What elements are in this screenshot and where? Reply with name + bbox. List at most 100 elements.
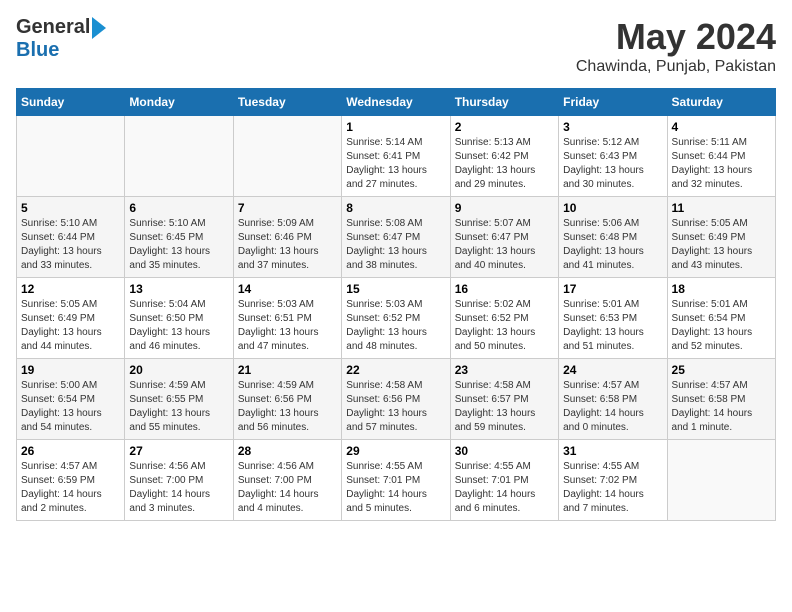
day-info: Sunrise: 5:01 AM Sunset: 6:53 PM Dayligh… (563, 298, 662, 354)
calendar-cell: 18 Sunrise: 5:01 AM Sunset: 6:54 PM Dayli… (667, 278, 775, 359)
logo: General Blue (16, 16, 108, 62)
day-info: Sunrise: 5:01 AM Sunset: 6:54 PM Dayligh… (672, 298, 771, 354)
day-info: Sunrise: 5:00 AM Sunset: 6:54 PM Dayligh… (21, 379, 120, 435)
calendar-header-row: SundayMondayTuesdayWednesdayThursdayFrid… (17, 89, 776, 116)
day-number: 3 (563, 120, 662, 134)
day-number: 19 (21, 363, 120, 377)
day-number: 30 (455, 444, 554, 458)
calendar-cell: 2 Sunrise: 5:13 AM Sunset: 6:42 PM Daylig… (450, 116, 558, 197)
calendar-week-row: 5 Sunrise: 5:10 AM Sunset: 6:44 PM Daylig… (17, 197, 776, 278)
day-number: 29 (346, 444, 445, 458)
calendar-cell: 17Sunrise: 5:01 AM Sunset: 6:53 PM Dayli… (559, 278, 667, 359)
calendar-cell: 30 Sunrise: 4:55 AM Sunset: 7:01 PM Dayli… (450, 440, 558, 521)
calendar-cell: 28 Sunrise: 4:56 AM Sunset: 7:00 PM Dayli… (233, 440, 341, 521)
day-info: Sunrise: 4:55 AM Sunset: 7:01 PM Dayligh… (455, 460, 554, 516)
day-info: Sunrise: 4:57 AM Sunset: 6:59 PM Dayligh… (21, 460, 120, 516)
day-number: 18 (672, 282, 771, 296)
day-info: Sunrise: 4:59 AM Sunset: 6:56 PM Dayligh… (238, 379, 337, 435)
calendar-header-tuesday: Tuesday (233, 89, 341, 116)
day-number: 12 (21, 282, 120, 296)
calendar-cell (17, 116, 125, 197)
calendar-week-row: 26 Sunrise: 4:57 AM Sunset: 6:59 PM Dayli… (17, 440, 776, 521)
day-info: Sunrise: 5:02 AM Sunset: 6:52 PM Dayligh… (455, 298, 554, 354)
page-header: General Blue May 2024 Chawinda, Punjab, … (16, 16, 776, 76)
calendar-header-thursday: Thursday (450, 89, 558, 116)
calendar-cell: 31 Sunrise: 4:55 AM Sunset: 7:02 PM Dayli… (559, 440, 667, 521)
day-info: Sunrise: 5:10 AM Sunset: 6:44 PM Dayligh… (21, 217, 120, 273)
day-info: Sunrise: 4:56 AM Sunset: 7:00 PM Dayligh… (129, 460, 228, 516)
calendar-cell (233, 116, 341, 197)
day-number: 1 (346, 120, 445, 134)
day-number: 23 (455, 363, 554, 377)
calendar-cell: 1Sunrise: 5:14 AM Sunset: 6:41 PM Daylig… (342, 116, 450, 197)
day-number: 27 (129, 444, 228, 458)
day-number: 5 (21, 201, 120, 215)
day-number: 11 (672, 201, 771, 215)
calendar-cell: 12 Sunrise: 5:05 AM Sunset: 6:49 PM Dayli… (17, 278, 125, 359)
day-number: 22 (346, 363, 445, 377)
day-info: Sunrise: 4:57 AM Sunset: 6:58 PM Dayligh… (672, 379, 771, 435)
subtitle: Chawinda, Punjab, Pakistan (576, 58, 776, 76)
day-info: Sunrise: 4:58 AM Sunset: 6:56 PM Dayligh… (346, 379, 445, 435)
calendar-header-saturday: Saturday (667, 89, 775, 116)
calendar-cell: 9 Sunrise: 5:07 AM Sunset: 6:47 PM Daylig… (450, 197, 558, 278)
day-number: 25 (672, 363, 771, 377)
day-number: 13 (129, 282, 228, 296)
calendar-cell: 8 Sunrise: 5:08 AM Sunset: 6:47 PM Daylig… (342, 197, 450, 278)
day-number: 6 (129, 201, 228, 215)
day-number: 24 (563, 363, 662, 377)
calendar-cell: 15Sunrise: 5:03 AM Sunset: 6:52 PM Dayli… (342, 278, 450, 359)
calendar-cell: 19 Sunrise: 5:00 AM Sunset: 6:54 PM Dayli… (17, 359, 125, 440)
calendar-cell: 21 Sunrise: 4:59 AM Sunset: 6:56 PM Dayli… (233, 359, 341, 440)
day-info: Sunrise: 4:56 AM Sunset: 7:00 PM Dayligh… (238, 460, 337, 516)
day-number: 14 (238, 282, 337, 296)
calendar-cell: 5 Sunrise: 5:10 AM Sunset: 6:44 PM Daylig… (17, 197, 125, 278)
day-number: 28 (238, 444, 337, 458)
calendar-cell: 6Sunrise: 5:10 AM Sunset: 6:45 PM Daylig… (125, 197, 233, 278)
calendar-cell: 4Sunrise: 5:11 AM Sunset: 6:44 PM Daylig… (667, 116, 775, 197)
day-number: 7 (238, 201, 337, 215)
day-number: 15 (346, 282, 445, 296)
day-info: Sunrise: 5:06 AM Sunset: 6:48 PM Dayligh… (563, 217, 662, 273)
day-info: Sunrise: 4:55 AM Sunset: 7:02 PM Dayligh… (563, 460, 662, 516)
calendar-week-row: 12 Sunrise: 5:05 AM Sunset: 6:49 PM Dayli… (17, 278, 776, 359)
day-info: Sunrise: 4:57 AM Sunset: 6:58 PM Dayligh… (563, 379, 662, 435)
day-info: Sunrise: 5:05 AM Sunset: 6:49 PM Dayligh… (21, 298, 120, 354)
day-number: 20 (129, 363, 228, 377)
calendar-cell: 10Sunrise: 5:06 AM Sunset: 6:48 PM Dayli… (559, 197, 667, 278)
calendar-cell: 29Sunrise: 4:55 AM Sunset: 7:01 PM Dayli… (342, 440, 450, 521)
day-number: 9 (455, 201, 554, 215)
day-info: Sunrise: 5:05 AM Sunset: 6:49 PM Dayligh… (672, 217, 771, 273)
day-number: 16 (455, 282, 554, 296)
day-number: 21 (238, 363, 337, 377)
day-number: 8 (346, 201, 445, 215)
calendar-cell: 3 Sunrise: 5:12 AM Sunset: 6:43 PM Daylig… (559, 116, 667, 197)
calendar-cell: 23 Sunrise: 4:58 AM Sunset: 6:57 PM Dayli… (450, 359, 558, 440)
day-info: Sunrise: 5:12 AM Sunset: 6:43 PM Dayligh… (563, 136, 662, 192)
calendar-cell: 27 Sunrise: 4:56 AM Sunset: 7:00 PM Dayli… (125, 440, 233, 521)
calendar-cell: 24 Sunrise: 4:57 AM Sunset: 6:58 PM Dayli… (559, 359, 667, 440)
logo-blue-text: Blue (16, 39, 59, 62)
day-number: 2 (455, 120, 554, 134)
calendar-cell: 14 Sunrise: 5:03 AM Sunset: 6:51 PM Dayli… (233, 278, 341, 359)
logo-general-text: General (16, 16, 90, 39)
day-number: 26 (21, 444, 120, 458)
calendar-header-monday: Monday (125, 89, 233, 116)
day-info: Sunrise: 4:58 AM Sunset: 6:57 PM Dayligh… (455, 379, 554, 435)
calendar-cell (667, 440, 775, 521)
day-info: Sunrise: 5:03 AM Sunset: 6:51 PM Dayligh… (238, 298, 337, 354)
main-title: May 2024 (576, 16, 776, 58)
day-info: Sunrise: 5:11 AM Sunset: 6:44 PM Dayligh… (672, 136, 771, 192)
calendar-cell: 11 Sunrise: 5:05 AM Sunset: 6:49 PM Dayli… (667, 197, 775, 278)
day-number: 31 (563, 444, 662, 458)
day-info: Sunrise: 5:13 AM Sunset: 6:42 PM Dayligh… (455, 136, 554, 192)
day-info: Sunrise: 5:04 AM Sunset: 6:50 PM Dayligh… (129, 298, 228, 354)
calendar-cell: 16 Sunrise: 5:02 AM Sunset: 6:52 PM Dayli… (450, 278, 558, 359)
calendar-table: SundayMondayTuesdayWednesdayThursdayFrid… (16, 88, 776, 521)
calendar-cell (125, 116, 233, 197)
day-info: Sunrise: 5:08 AM Sunset: 6:47 PM Dayligh… (346, 217, 445, 273)
logo-arrow-icon (92, 17, 106, 39)
day-info: Sunrise: 5:07 AM Sunset: 6:47 PM Dayligh… (455, 217, 554, 273)
calendar-header-sunday: Sunday (17, 89, 125, 116)
calendar-week-row: 19 Sunrise: 5:00 AM Sunset: 6:54 PM Dayli… (17, 359, 776, 440)
